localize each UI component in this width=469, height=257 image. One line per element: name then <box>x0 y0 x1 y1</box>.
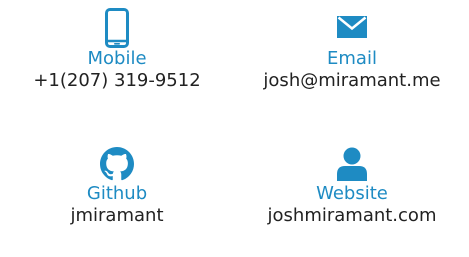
mobile-link[interactable]: Mobile <box>0 48 234 70</box>
contact-mobile: Mobile +1(207) 319-9512 <box>0 8 234 92</box>
contact-github: Github jmiramant <box>0 147 234 227</box>
mobile-number: +1(207) 319-9512 <box>33 70 201 91</box>
envelope-icon <box>337 16 367 38</box>
person-icon <box>337 147 367 181</box>
contact-email: Email josh@miramant.me <box>235 8 469 92</box>
github-username: jmiramant <box>70 205 164 226</box>
email-address: josh@miramant.me <box>263 70 441 91</box>
github-icon <box>100 147 134 181</box>
github-link[interactable]: Github <box>0 183 234 205</box>
contact-website: Website joshmiramant.com <box>235 147 469 227</box>
mobile-phone-icon <box>105 8 129 48</box>
website-url: joshmiramant.com <box>267 205 437 226</box>
email-link[interactable]: Email <box>235 48 469 70</box>
website-link[interactable]: Website <box>235 183 469 205</box>
